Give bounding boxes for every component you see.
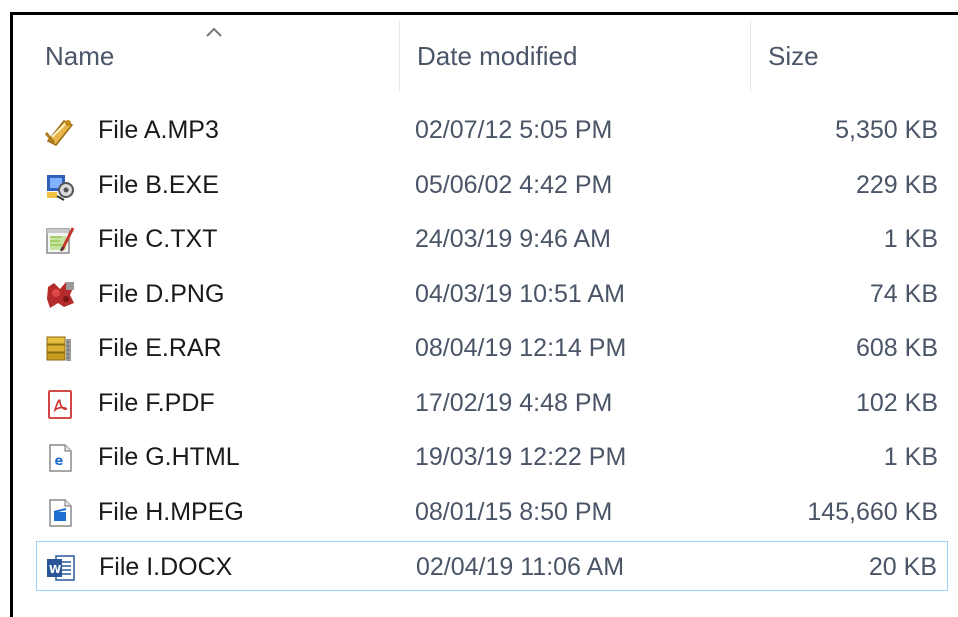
- file-size: 1 KB: [883, 443, 938, 471]
- file-size: 20 KB: [868, 553, 937, 581]
- svg-text:W: W: [49, 563, 61, 576]
- svg-text:e: e: [55, 454, 64, 469]
- file-size: 1 KB: [883, 225, 938, 253]
- file-name[interactable]: File F.PDF: [98, 378, 215, 428]
- column-header-row: Name Date modified Size: [13, 15, 958, 98]
- exe-file-icon: [44, 169, 76, 201]
- file-name[interactable]: File H.MPEG: [98, 487, 244, 537]
- file-size: 229 KB: [855, 170, 938, 199]
- file-size: 145,660 KB: [807, 497, 938, 526]
- file-name[interactable]: File B.EXE: [98, 160, 219, 210]
- file-size: 102 KB: [855, 388, 938, 417]
- file-row[interactable]: File E.RAR 08/04/19 12:14 PM 608 KB: [36, 323, 948, 373]
- column-divider[interactable]: [750, 21, 751, 91]
- file-name[interactable]: File E.RAR: [98, 323, 222, 373]
- file-date-modified: 19/03/19 12:22 PM: [415, 443, 627, 471]
- column-header-date-modified[interactable]: Date modified: [415, 15, 747, 98]
- archive-file-icon: [44, 332, 76, 364]
- file-date-modified: 02/07/12 5:05 PM: [415, 116, 613, 144]
- file-name[interactable]: File C.TXT: [98, 214, 217, 264]
- pdf-file-icon: [44, 387, 76, 419]
- file-name[interactable]: File A.MP3: [98, 105, 219, 155]
- file-date-modified: 05/06/02 4:42 PM: [415, 170, 613, 199]
- file-row[interactable]: File A.MP3 02/07/12 5:05 PM 5,350 KB: [36, 105, 948, 155]
- file-date-modified: 08/01/15 8:50 PM: [415, 497, 613, 526]
- file-row[interactable]: File H.MPEG 08/01/15 8:50 PM 145,660 KB: [36, 487, 948, 537]
- column-header-name[interactable]: Name: [43, 15, 405, 98]
- file-name[interactable]: File D.PNG: [98, 269, 224, 319]
- audio-file-icon: [44, 114, 76, 146]
- file-row[interactable]: File D.PNG 04/03/19 10:51 AM 74 KB: [36, 269, 948, 319]
- window-border-left: [10, 12, 13, 617]
- file-row[interactable]: e File G.HTML 19/03/19 12:22 PM 1 KB: [36, 432, 948, 482]
- image-file-icon: [44, 278, 76, 310]
- column-header-size[interactable]: Size: [766, 15, 948, 98]
- text-file-icon: [44, 223, 76, 255]
- file-row[interactable]: File F.PDF 17/02/19 4:48 PM 102 KB: [36, 378, 948, 428]
- file-size: 5,350 KB: [835, 116, 938, 144]
- file-date-modified: 17/02/19 4:48 PM: [415, 388, 613, 417]
- column-divider[interactable]: [399, 21, 400, 91]
- file-date-modified: 02/04/19 11:06 AM: [416, 553, 625, 581]
- file-size: 74 KB: [869, 279, 938, 308]
- file-date-modified: 24/03/19 9:46 AM: [415, 225, 611, 253]
- file-row[interactable]: W File I.DOCX 02/04/19 11:06 AM 20 KB: [36, 541, 948, 591]
- file-row[interactable]: File C.TXT 24/03/19 9:46 AM 1 KB: [36, 214, 948, 264]
- file-name[interactable]: File I.DOCX: [99, 542, 232, 592]
- word-file-icon: W: [45, 551, 77, 583]
- html-file-icon: e: [44, 441, 76, 473]
- file-date-modified: 04/03/19 10:51 AM: [415, 279, 625, 308]
- video-file-icon: [44, 496, 76, 528]
- file-size: 608 KB: [855, 334, 938, 362]
- file-row[interactable]: File B.EXE 05/06/02 4:42 PM 229 KB: [36, 160, 948, 210]
- file-name[interactable]: File G.HTML: [98, 432, 240, 482]
- file-date-modified: 08/04/19 12:14 PM: [415, 334, 627, 362]
